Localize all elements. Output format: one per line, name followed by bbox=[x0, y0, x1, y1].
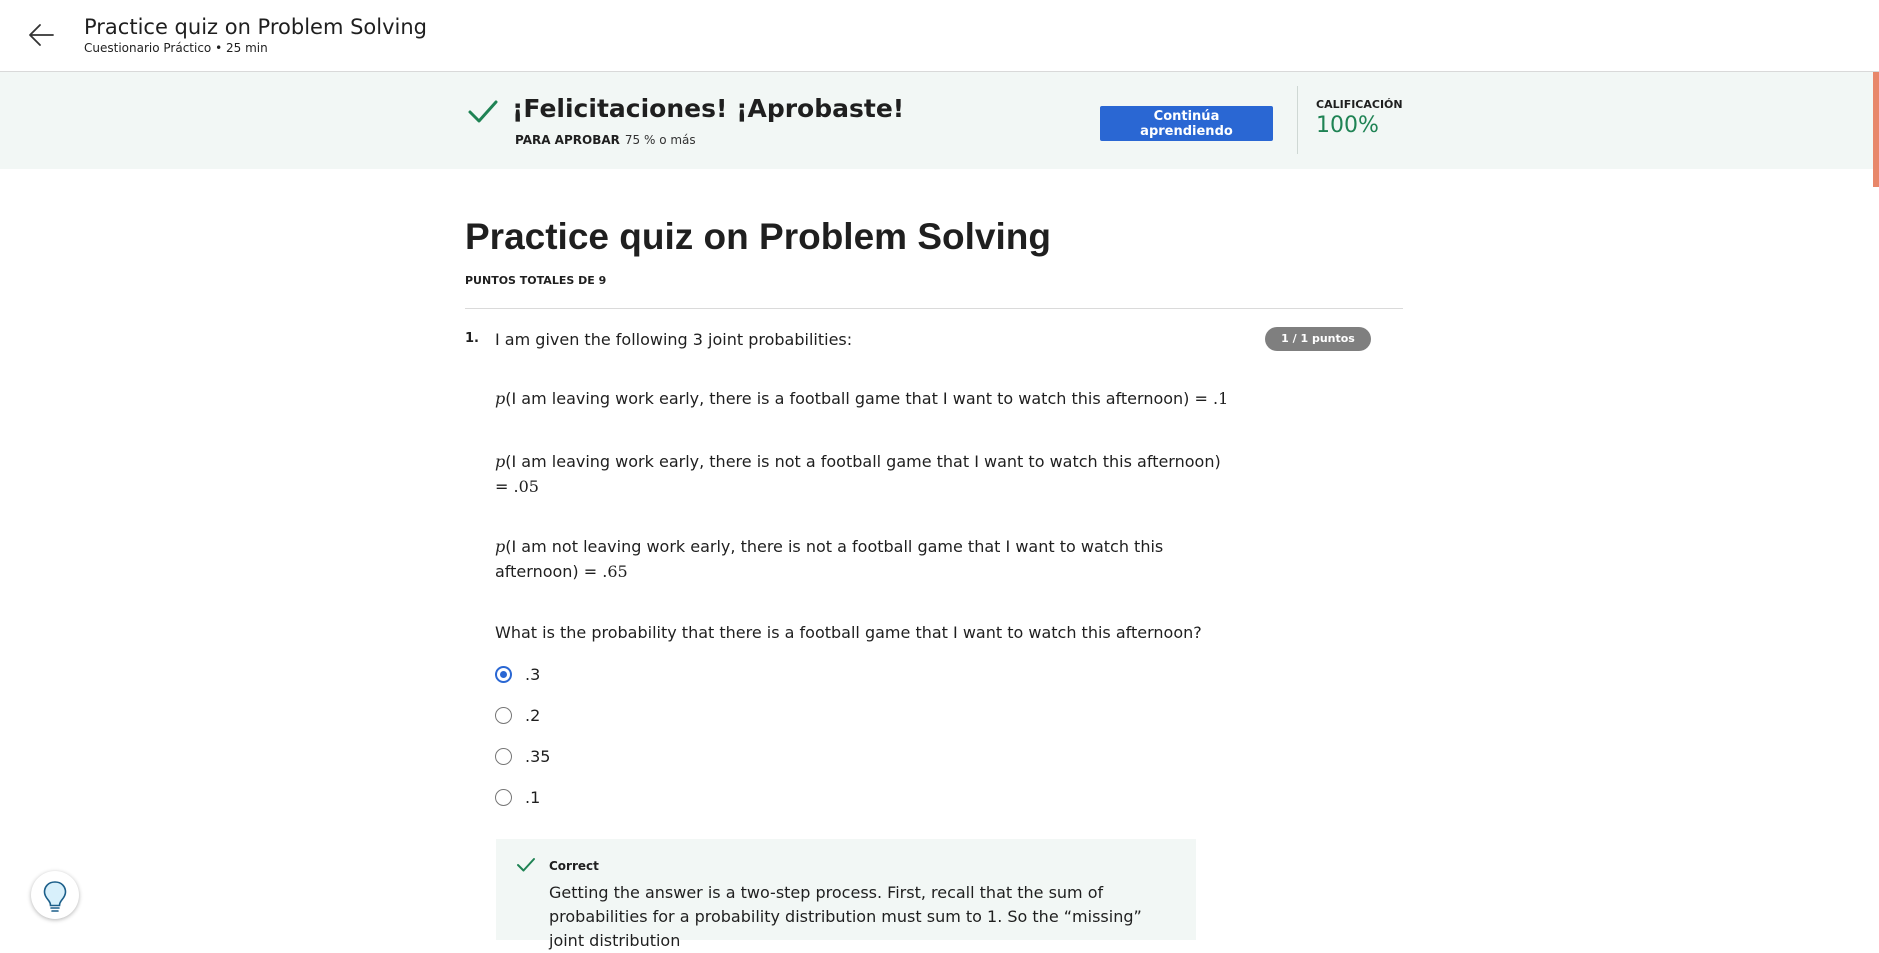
option-label: .2 bbox=[525, 705, 541, 725]
divider bbox=[465, 308, 1403, 309]
radio-button[interactable] bbox=[495, 747, 512, 765]
quiz-title: Practice quiz on Problem Solving bbox=[465, 216, 1051, 257]
option-label: .3 bbox=[525, 664, 541, 684]
top-bar: Practice quiz on Problem Solving Cuestio… bbox=[0, 0, 1879, 72]
lightbulb-icon[interactable] bbox=[31, 871, 79, 919]
check-icon bbox=[467, 98, 499, 126]
radio-button[interactable] bbox=[495, 706, 512, 724]
continue-learning-button[interactable]: Continúa aprendiendo bbox=[1100, 106, 1273, 141]
scrollbar[interactable] bbox=[1873, 72, 1879, 187]
check-icon bbox=[516, 856, 536, 874]
answer-option[interactable]: .1 bbox=[495, 785, 540, 809]
back-arrow-icon[interactable] bbox=[26, 20, 56, 50]
question-intro: I am given the following 3 joint probabi… bbox=[495, 330, 853, 349]
total-points: PUNTOS TOTALES DE 9 bbox=[465, 274, 607, 287]
header-title: Practice quiz on Problem Solving bbox=[84, 15, 428, 39]
answer-option[interactable]: .2 bbox=[495, 703, 540, 727]
option-label: .1 bbox=[525, 787, 541, 807]
radio-button[interactable] bbox=[495, 788, 512, 806]
feedback-label: Correct bbox=[549, 859, 599, 873]
joint-probability-1: p(I am leaving work early, there is a fo… bbox=[495, 389, 1229, 408]
feedback-text: Getting the answer is a two-step process… bbox=[549, 883, 1142, 950]
option-label: .35 bbox=[525, 746, 551, 766]
question-prompt: What is the probability that there is a … bbox=[495, 623, 1202, 642]
points-badge: 1 / 1 puntos bbox=[1265, 327, 1371, 351]
grade-label: CALIFICACIÓN bbox=[1316, 98, 1403, 111]
grade-value: 100% bbox=[1316, 113, 1379, 138]
pass-label: PARA APROBAR bbox=[515, 133, 620, 147]
radio-button-selected[interactable] bbox=[495, 665, 512, 683]
divider bbox=[1297, 86, 1298, 154]
header-subtitle: Cuestionario Práctico • 25 min bbox=[84, 41, 268, 55]
answer-option[interactable]: .35 bbox=[495, 744, 550, 768]
pass-value: 75 % o más bbox=[624, 133, 696, 147]
pass-message: ¡Felicitaciones! ¡Aprobaste! bbox=[512, 94, 905, 123]
joint-probability-2: p(I am leaving work early, there is not … bbox=[495, 452, 1221, 496]
result-banner bbox=[0, 72, 1879, 169]
pass-requirement: PARA APROBAR 75 % o más bbox=[515, 133, 696, 147]
joint-probability-3: p(I am not leaving work early, there is … bbox=[495, 537, 1164, 581]
question-number: 1. bbox=[465, 331, 479, 346]
answer-option[interactable]: .3 bbox=[495, 662, 540, 686]
feedback-box: Correct Getting the answer is a two-step… bbox=[496, 839, 1196, 950]
